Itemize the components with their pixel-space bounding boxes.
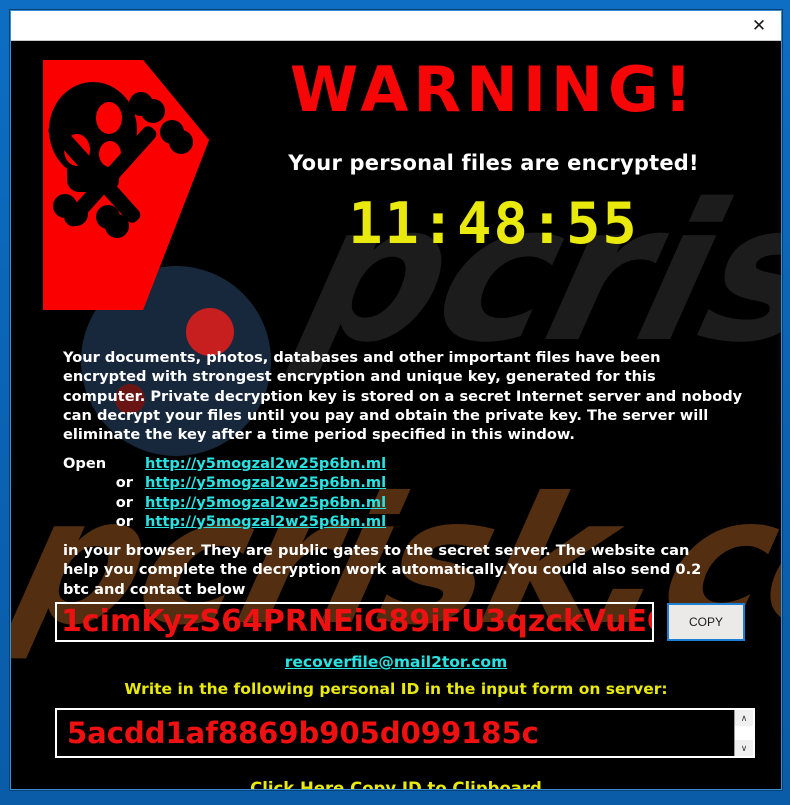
- link-row: or http://y5mogzal2w25p6bn.ml: [63, 473, 483, 492]
- gateway-url-2[interactable]: http://y5mogzal2w25p6bn.ml: [145, 473, 386, 492]
- desktop-background: ✕ pcrisk pcrisk.com WARNING! Your person…: [0, 0, 790, 805]
- link-row: Open http://y5mogzal2w25p6bn.ml: [63, 454, 483, 473]
- contact-email-link[interactable]: recoverfile@mail2tor.com: [11, 653, 781, 671]
- heading-block: WARNING! Your personal files are encrypt…: [221, 59, 766, 253]
- personal-id-scrollbar[interactable]: ∧ ∨: [734, 710, 753, 756]
- countdown-timer: 11:48:55: [348, 191, 639, 257]
- ransom-note-window: ✕ pcrisk pcrisk.com WARNING! Your person…: [10, 10, 782, 790]
- paragraph-1: Your documents, photos, databases and ot…: [63, 349, 743, 444]
- or-label: or: [115, 512, 133, 530]
- scrollbar-track[interactable]: [735, 726, 753, 740]
- skull-and-crossbones-icon: [31, 54, 216, 316]
- link-row: or http://y5mogzal2w25p6bn.ml: [63, 493, 483, 512]
- gateway-url-1[interactable]: http://y5mogzal2w25p6bn.ml: [145, 454, 386, 473]
- copy-id-to-clipboard-link[interactable]: Click Here Copy ID to Clipboard: [11, 779, 781, 789]
- window-titlebar: ✕: [11, 11, 781, 41]
- paragraph-2: in your browser. They are public gates t…: [63, 542, 702, 598]
- personal-id-value[interactable]: 5acdd1af8869b905d099185c: [57, 710, 734, 756]
- bitcoin-address-row: 1cimKyzS64PRNEiG89iFU3qzckVuEO COPY: [55, 601, 745, 643]
- bitcoin-address-input[interactable]: 1cimKyzS64PRNEiG89iFU3qzckVuEO: [55, 602, 654, 642]
- personal-id-instruction: Write in the following personal ID in th…: [124, 680, 668, 698]
- page-title: WARNING!: [289, 53, 698, 126]
- subtitle: Your personal files are encrypted!: [288, 151, 699, 175]
- link-row: or http://y5mogzal2w25p6bn.ml: [63, 512, 483, 531]
- gateway-url-4[interactable]: http://y5mogzal2w25p6bn.ml: [145, 512, 386, 531]
- chevron-down-icon[interactable]: ∨: [735, 740, 753, 756]
- payment-instructions-text: in your browser. They are public gates t…: [63, 541, 723, 599]
- encryption-notice-text: Your documents, photos, databases and ot…: [63, 348, 743, 444]
- ransom-note-panel: pcrisk pcrisk.com WARNING! Your personal…: [11, 41, 781, 789]
- personal-id-field[interactable]: 5acdd1af8869b905d099185c ∧ ∨: [55, 708, 755, 758]
- or-label: or: [115, 474, 133, 492]
- copy-address-button[interactable]: COPY: [667, 603, 745, 641]
- gateway-links-block: Open http://y5mogzal2w25p6bn.ml or http:…: [63, 454, 483, 531]
- chevron-up-icon[interactable]: ∧: [735, 710, 753, 726]
- close-icon[interactable]: ✕: [737, 12, 781, 40]
- gateway-url-3[interactable]: http://y5mogzal2w25p6bn.ml: [145, 493, 386, 512]
- open-label: Open: [63, 455, 107, 472]
- or-label: or: [115, 493, 133, 511]
